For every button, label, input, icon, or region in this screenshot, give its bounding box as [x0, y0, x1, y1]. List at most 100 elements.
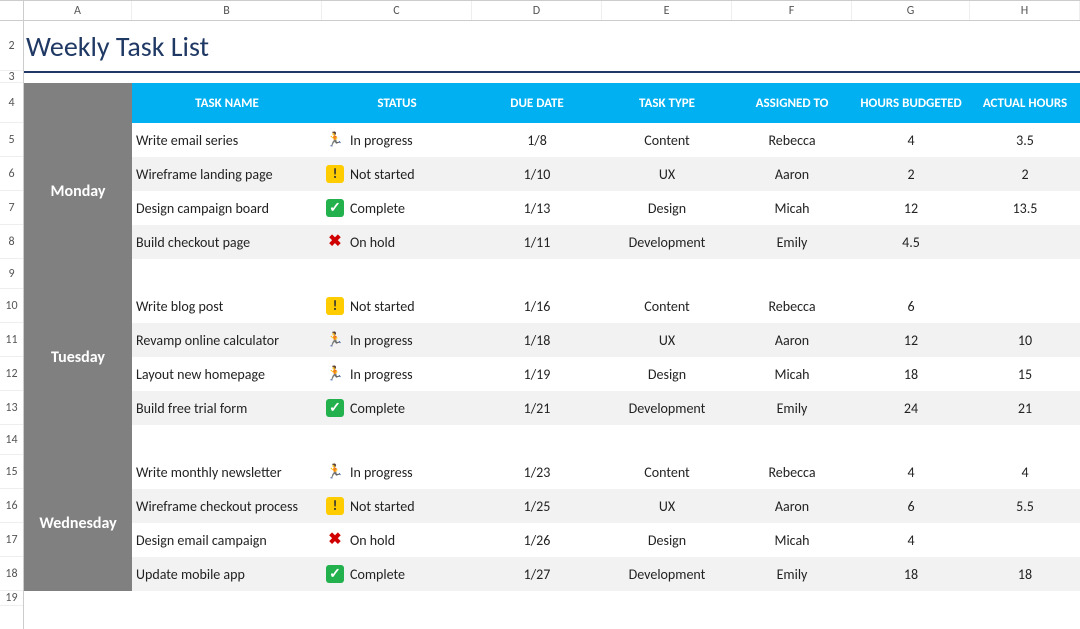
actual-hours-cell[interactable] [970, 523, 1080, 557]
row-header-6[interactable]: 6 [0, 157, 23, 191]
due-date-cell[interactable]: 1/18 [472, 323, 602, 357]
actual-hours-cell[interactable]: 3.5 [970, 123, 1080, 157]
task-name-cell[interactable]: Update mobile app [132, 557, 322, 591]
assigned-to-cell[interactable]: Aaron [732, 323, 852, 357]
task-type-cell[interactable]: Design [602, 523, 732, 557]
assigned-to-cell[interactable]: Micah [732, 357, 852, 391]
row-header-8[interactable]: 8 [0, 225, 23, 259]
task-type-cell[interactable]: UX [602, 323, 732, 357]
assigned-to-cell[interactable]: Emily [732, 391, 852, 425]
column-header-C[interactable]: C [322, 1, 472, 20]
row-header-3[interactable]: 3 [0, 71, 23, 83]
task-status-cell[interactable]: 🏃In progress [322, 123, 472, 157]
actual-hours-cell[interactable]: 4 [970, 455, 1080, 489]
task-name-cell[interactable]: Revamp online calculator [132, 323, 322, 357]
task-type-cell[interactable]: Content [602, 123, 732, 157]
hours-budgeted-cell[interactable]: 2 [852, 157, 970, 191]
header-due-date[interactable]: DUE DATE [472, 83, 602, 123]
column-header-D[interactable]: D [472, 1, 602, 20]
column-header-E[interactable]: E [602, 1, 732, 20]
hours-budgeted-cell[interactable]: 4.5 [852, 225, 970, 259]
row-header-12[interactable]: 12 [0, 357, 23, 391]
task-type-cell[interactable]: Development [602, 557, 732, 591]
task-name-cell[interactable]: Write blog post [132, 289, 322, 323]
task-type-cell[interactable]: Content [602, 455, 732, 489]
header-assigned-to[interactable]: ASSIGNED TO [732, 83, 852, 123]
hours-budgeted-cell[interactable]: 18 [852, 357, 970, 391]
hours-budgeted-cell[interactable]: 6 [852, 489, 970, 523]
column-header-A[interactable]: A [24, 1, 132, 20]
due-date-cell[interactable]: 1/27 [472, 557, 602, 591]
task-status-cell[interactable]: ✖On hold [322, 225, 472, 259]
row-header-15[interactable]: 15 [0, 455, 23, 489]
assigned-to-cell[interactable]: Rebecca [732, 289, 852, 323]
task-name-cell[interactable]: Wireframe checkout process [132, 489, 322, 523]
task-status-cell[interactable]: 🏃In progress [322, 323, 472, 357]
header-status[interactable]: STATUS [322, 83, 472, 123]
header-task-name[interactable]: TASK NAME [132, 83, 322, 123]
header-task-type[interactable]: TASK TYPE [602, 83, 732, 123]
task-name-cell[interactable]: Write email series [132, 123, 322, 157]
row-header-4[interactable]: 4 [0, 83, 23, 123]
task-name-cell[interactable]: Layout new homepage [132, 357, 322, 391]
assigned-to-cell[interactable]: Rebecca [732, 123, 852, 157]
hours-budgeted-cell[interactable]: 4 [852, 123, 970, 157]
task-name-cell[interactable]: Design campaign board [132, 191, 322, 225]
task-status-cell[interactable]: 🏃In progress [322, 357, 472, 391]
task-status-cell[interactable]: !Not started [322, 157, 472, 191]
hours-budgeted-cell[interactable]: 12 [852, 323, 970, 357]
assigned-to-cell[interactable]: Emily [732, 225, 852, 259]
hours-budgeted-cell[interactable]: 6 [852, 289, 970, 323]
row-header-10[interactable]: 10 [0, 289, 23, 323]
actual-hours-cell[interactable]: 18 [970, 557, 1080, 591]
due-date-cell[interactable]: 1/25 [472, 489, 602, 523]
row-header-16[interactable]: 16 [0, 489, 23, 523]
task-type-cell[interactable]: Development [602, 391, 732, 425]
row-header-11[interactable]: 11 [0, 323, 23, 357]
due-date-cell[interactable]: 1/21 [472, 391, 602, 425]
actual-hours-cell[interactable]: 13.5 [970, 191, 1080, 225]
row-header-19[interactable]: 19 [0, 591, 23, 606]
due-date-cell[interactable]: 1/10 [472, 157, 602, 191]
task-name-cell[interactable]: Design email campaign [132, 523, 322, 557]
hours-budgeted-cell[interactable]: 24 [852, 391, 970, 425]
due-date-cell[interactable]: 1/26 [472, 523, 602, 557]
hours-budgeted-cell[interactable]: 4 [852, 523, 970, 557]
actual-hours-cell[interactable]: 21 [970, 391, 1080, 425]
row-header-2[interactable]: 2 [0, 21, 23, 71]
task-status-cell[interactable]: ✖On hold [322, 523, 472, 557]
row-header-5[interactable]: 5 [0, 123, 23, 157]
assigned-to-cell[interactable]: Aaron [732, 489, 852, 523]
header-hours-budgeted[interactable]: HOURS BUDGETED [852, 83, 970, 123]
task-name-cell[interactable]: Build free trial form [132, 391, 322, 425]
row-header-13[interactable]: 13 [0, 391, 23, 425]
row-header-7[interactable]: 7 [0, 191, 23, 225]
due-date-cell[interactable]: 1/19 [472, 357, 602, 391]
actual-hours-cell[interactable]: 5.5 [970, 489, 1080, 523]
assigned-to-cell[interactable]: Emily [732, 557, 852, 591]
task-type-cell[interactable]: UX [602, 489, 732, 523]
task-name-cell[interactable]: Build checkout page [132, 225, 322, 259]
due-date-cell[interactable]: 1/8 [472, 123, 602, 157]
task-name-cell[interactable]: Write monthly newsletter [132, 455, 322, 489]
grid-area[interactable]: Weekly Task ListTASK NAMESTATUSDUE DATET… [24, 21, 1080, 629]
actual-hours-cell[interactable] [970, 225, 1080, 259]
due-date-cell[interactable]: 1/23 [472, 455, 602, 489]
hours-budgeted-cell[interactable]: 18 [852, 557, 970, 591]
column-header-B[interactable]: B [132, 1, 322, 20]
select-all-corner[interactable] [0, 1, 24, 20]
hours-budgeted-cell[interactable]: 12 [852, 191, 970, 225]
column-header-H[interactable]: H [970, 1, 1080, 20]
task-status-cell[interactable]: ✓Complete [322, 557, 472, 591]
due-date-cell[interactable]: 1/16 [472, 289, 602, 323]
row-header-18[interactable]: 18 [0, 557, 23, 591]
task-status-cell[interactable]: 🏃In progress [322, 455, 472, 489]
task-type-cell[interactable]: Design [602, 357, 732, 391]
actual-hours-cell[interactable]: 15 [970, 357, 1080, 391]
due-date-cell[interactable]: 1/11 [472, 225, 602, 259]
assigned-to-cell[interactable]: Micah [732, 523, 852, 557]
task-type-cell[interactable]: Design [602, 191, 732, 225]
row-header-14[interactable]: 14 [0, 425, 23, 455]
task-name-cell[interactable]: Wireframe landing page [132, 157, 322, 191]
assigned-to-cell[interactable]: Micah [732, 191, 852, 225]
